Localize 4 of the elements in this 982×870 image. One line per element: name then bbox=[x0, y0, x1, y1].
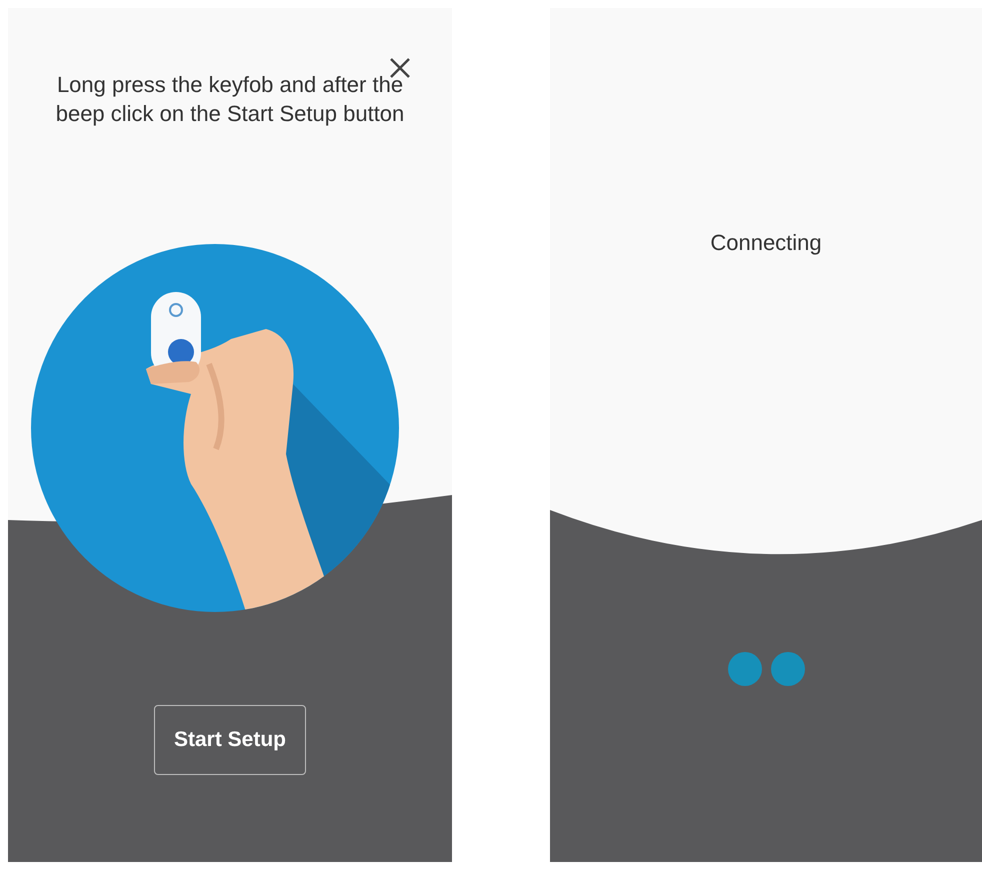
connecting-text: Connecting bbox=[710, 230, 822, 256]
instruction-text: Long press the keyfob and after the beep click on the Start Setup button bbox=[54, 71, 406, 128]
loading-dots-icon bbox=[728, 652, 804, 686]
start-setup-button[interactable]: Start Setup bbox=[154, 705, 306, 775]
